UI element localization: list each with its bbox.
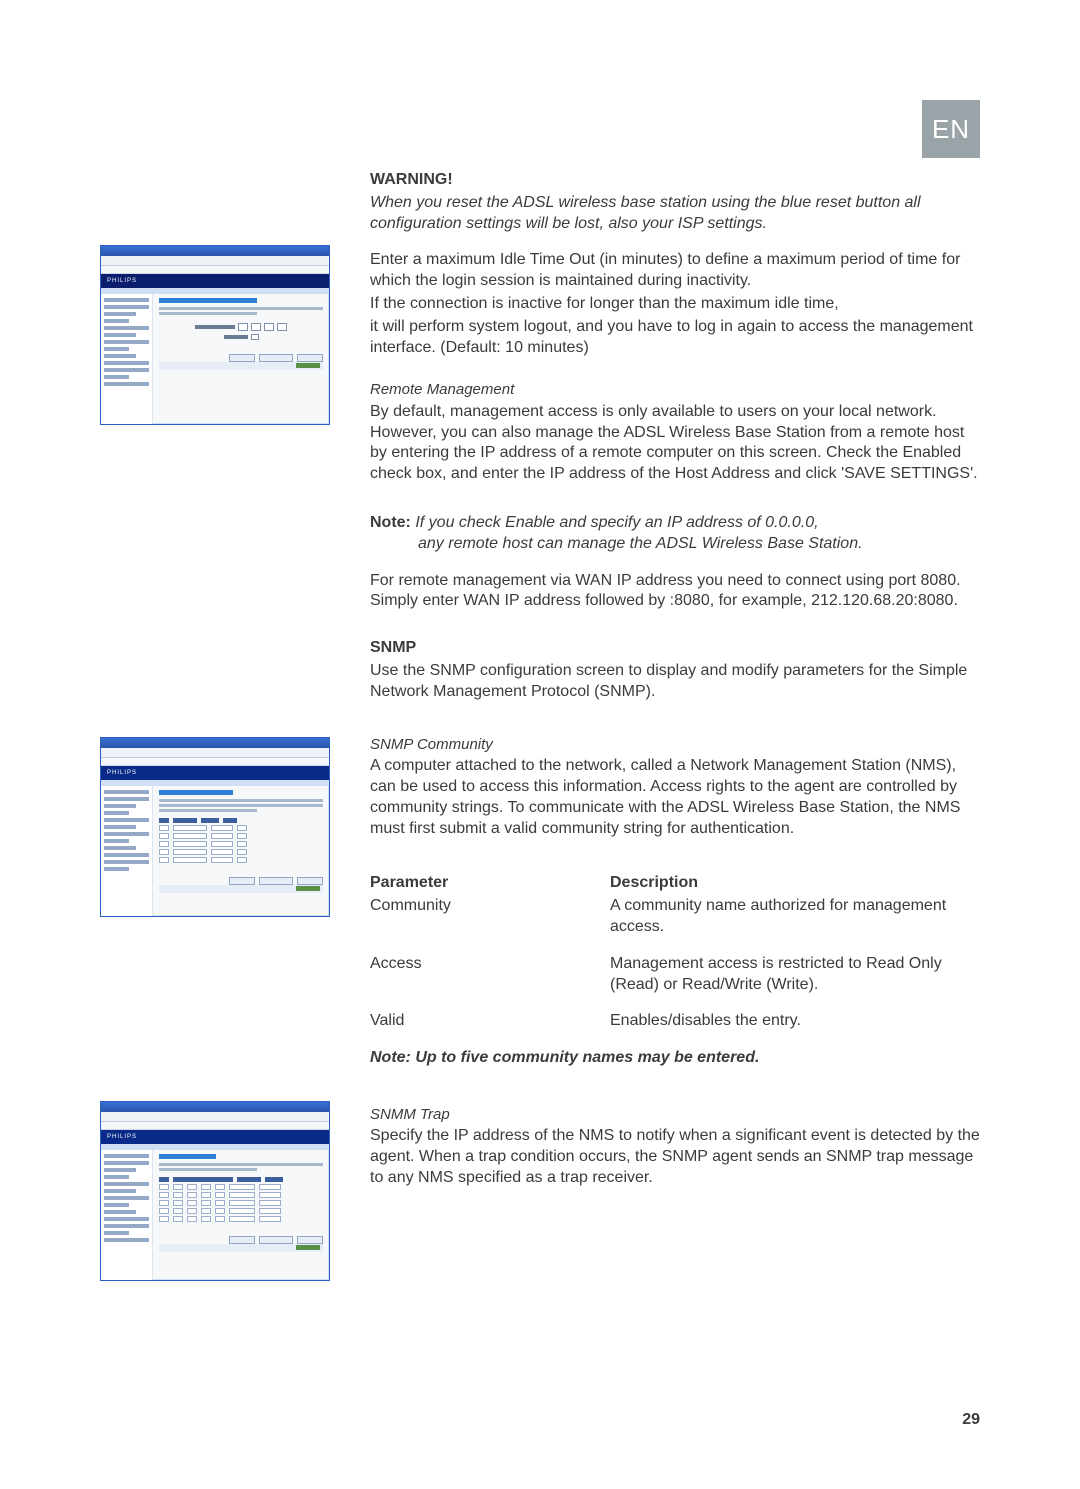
- page-number: 29: [962, 1411, 980, 1429]
- table-row: Community A community name authorized fo…: [370, 896, 980, 938]
- remote-after: For remote management via WAN IP address…: [370, 571, 980, 613]
- language-badge: EN: [922, 100, 980, 158]
- table-row: Valid Enables/disables the entry.: [370, 1011, 980, 1032]
- screenshot-remote-management: PHILIPS: [100, 245, 330, 425]
- header-parameter: Parameter: [370, 873, 610, 894]
- snmp-intro: Use the SNMP configuration screen to dis…: [370, 661, 980, 703]
- header-description: Description: [610, 873, 980, 894]
- param-key: Valid: [370, 1011, 610, 1032]
- param-desc: Enables/disables the entry.: [610, 1011, 980, 1032]
- param-key: Community: [370, 896, 610, 938]
- screenshot-snmp-community: PHILIPS: [100, 737, 330, 917]
- community-body: A computer attached to the network, call…: [370, 756, 980, 839]
- left-col-2: PHILIPS: [100, 705, 360, 917]
- brand-bar: PHILIPS: [101, 274, 329, 288]
- table-row: Access Management access is restricted t…: [370, 954, 980, 996]
- row-warning: PHILIPS WARNING! When you reset t: [100, 100, 980, 705]
- right-col-3: SNMM Trap Specify the IP address of the …: [370, 1071, 980, 1191]
- right-col-1: WARNING! When you reset the ADSL wireles…: [370, 100, 980, 705]
- trap-heading: SNMM Trap: [370, 1105, 980, 1125]
- remote-body: By default, management access is only av…: [370, 402, 980, 485]
- table-header-row: Parameter Description: [370, 873, 980, 894]
- idle-p2: If the connection is inactive for longer…: [370, 294, 980, 315]
- param-key: Access: [370, 954, 610, 996]
- snmp-heading: SNMP: [370, 638, 980, 659]
- remote-note: Note: If you check Enable and specify an…: [370, 513, 980, 555]
- idle-p1: Enter a maximum Idle Time Out (in minute…: [370, 250, 980, 292]
- document-page: EN PHILIPS: [0, 0, 1080, 1489]
- warning-body: When you reset the ADSL wireless base st…: [370, 193, 980, 235]
- param-desc: A community name authorized for manageme…: [610, 896, 980, 938]
- remote-note-line1: If you check Enable and specify an IP ad…: [415, 514, 818, 531]
- right-col-2: SNMP Community A computer attached to th…: [370, 705, 980, 1071]
- note-label: Note:: [370, 514, 411, 531]
- community-note: Note: Up to five community names may be …: [370, 1048, 980, 1069]
- trap-body: Specify the IP address of the NMS to not…: [370, 1126, 980, 1188]
- idle-p3: it will perform system logout, and you h…: [370, 317, 980, 359]
- community-heading: SNMP Community: [370, 735, 980, 755]
- brand-bar: PHILIPS: [101, 766, 329, 780]
- parameter-table: Parameter Description Community A commun…: [370, 873, 980, 1032]
- left-col-3: PHILIPS: [100, 1071, 360, 1281]
- remote-note-line2: any remote host can manage the ADSL Wire…: [370, 534, 980, 555]
- screenshot-snmp-trap: PHILIPS: [100, 1101, 330, 1281]
- remote-heading: Remote Management: [370, 380, 980, 400]
- row-trap: PHILIPS: [100, 1071, 980, 1281]
- row-community: PHILIPS: [100, 705, 980, 1071]
- left-col-1: PHILIPS: [100, 100, 360, 425]
- warning-heading: WARNING!: [370, 170, 980, 191]
- brand-bar: PHILIPS: [101, 1130, 329, 1144]
- param-desc: Management access is restricted to Read …: [610, 954, 980, 996]
